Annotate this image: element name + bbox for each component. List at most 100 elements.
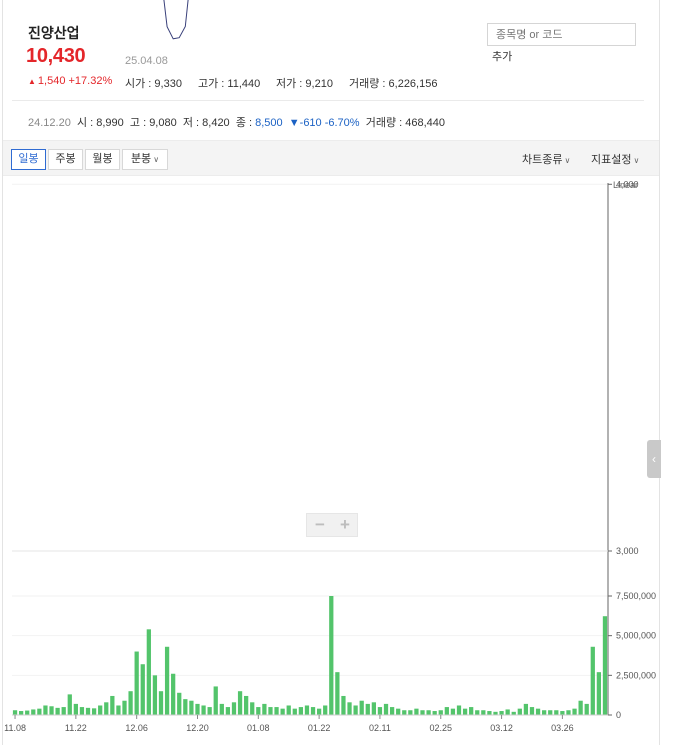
volume-bar bbox=[353, 705, 358, 715]
volume-bar bbox=[183, 699, 188, 715]
volume-bar bbox=[310, 707, 316, 715]
volume-bar bbox=[602, 616, 608, 715]
volume-bar bbox=[548, 710, 553, 715]
volume-bar bbox=[365, 703, 370, 715]
volume-bar bbox=[268, 707, 273, 715]
y-tick-label: 3,000 bbox=[616, 546, 639, 556]
x-tick-label: 11.22 bbox=[65, 723, 87, 733]
volume-bar bbox=[578, 700, 583, 715]
volume-bar bbox=[335, 672, 340, 715]
volume-bar bbox=[420, 710, 425, 715]
volume-bar bbox=[158, 691, 164, 715]
volume-bar bbox=[292, 708, 297, 715]
x-tick-label: 01.22 bbox=[308, 723, 331, 733]
volume-bar bbox=[475, 710, 480, 715]
volume-bar bbox=[262, 703, 267, 715]
volume-bar bbox=[517, 708, 522, 715]
volume-bar bbox=[219, 703, 224, 715]
volume-bar bbox=[177, 692, 182, 715]
zoom-out-button[interactable]: − bbox=[308, 514, 332, 536]
volume-bar bbox=[189, 700, 194, 715]
volume-tick-label: 7,500,000 bbox=[616, 591, 656, 601]
volume-bar bbox=[298, 707, 304, 715]
stock-chart[interactable]: Linear3,0004,0005,0006,0007,0008,0009,00… bbox=[0, 0, 674, 745]
volume-bar bbox=[104, 702, 109, 715]
volume-bar bbox=[444, 707, 449, 715]
volume-bar bbox=[590, 646, 595, 715]
volume-bar bbox=[359, 700, 364, 715]
volume-bar bbox=[529, 707, 535, 715]
volume-bar bbox=[323, 705, 328, 715]
volume-bar bbox=[560, 711, 565, 715]
volume-bar bbox=[195, 703, 200, 715]
volume-bar bbox=[414, 708, 419, 715]
volume-bar bbox=[225, 707, 231, 715]
volume-bar bbox=[274, 707, 279, 715]
volume-bar bbox=[231, 702, 237, 715]
volume-bar bbox=[377, 707, 383, 715]
volume-bar bbox=[450, 708, 456, 715]
volume-bar bbox=[584, 703, 589, 715]
x-tick-label: 02.25 bbox=[429, 723, 452, 733]
y-tick-label: 4,000 bbox=[616, 179, 639, 189]
volume-bar bbox=[499, 711, 504, 715]
volume-bar bbox=[432, 711, 437, 715]
volume-bar bbox=[73, 703, 78, 715]
volume-bar bbox=[462, 708, 468, 715]
volume-bar bbox=[396, 708, 401, 715]
volume-bar bbox=[164, 646, 170, 715]
volume-bar bbox=[31, 709, 36, 715]
volume-bar bbox=[37, 708, 42, 715]
volume-bar bbox=[408, 710, 413, 715]
volume-bar bbox=[98, 705, 103, 715]
volume-bar bbox=[487, 711, 492, 715]
volume-bar bbox=[505, 709, 510, 715]
volume-bar bbox=[140, 664, 145, 715]
volume-bar bbox=[304, 705, 310, 715]
volume-bar bbox=[572, 708, 577, 715]
volume-bar bbox=[389, 707, 395, 715]
volume-tick-label: 0 bbox=[616, 710, 621, 720]
volume-bar bbox=[256, 707, 261, 715]
x-tick-label: 01.08 bbox=[247, 723, 270, 733]
volume-bar bbox=[456, 705, 462, 715]
volume-bar bbox=[438, 710, 443, 715]
volume-bar bbox=[244, 695, 249, 715]
volume-bar bbox=[237, 691, 243, 715]
volume-bar bbox=[280, 708, 285, 715]
x-tick-label: 02.11 bbox=[369, 723, 391, 733]
volume-tick-label: 5,000,000 bbox=[616, 631, 656, 641]
volume-bar bbox=[110, 695, 115, 715]
volume-bar bbox=[426, 710, 431, 715]
volume-bar bbox=[67, 694, 72, 715]
x-tick-label: 12.06 bbox=[125, 723, 148, 733]
volume-bar bbox=[146, 629, 151, 715]
volume-bar bbox=[171, 673, 176, 715]
volume-bar bbox=[213, 686, 218, 715]
volume-bar bbox=[152, 675, 158, 715]
volume-bar bbox=[61, 707, 66, 715]
x-tick-label: 03.26 bbox=[551, 723, 574, 733]
volume-bar bbox=[49, 706, 54, 715]
volume-bar bbox=[329, 596, 334, 715]
volume-bar bbox=[25, 710, 30, 715]
volume-bar bbox=[12, 710, 18, 715]
volume-bar bbox=[316, 708, 322, 715]
indicator-lines bbox=[163, 0, 189, 40]
volume-bar bbox=[250, 702, 255, 715]
volume-bar bbox=[286, 705, 291, 715]
side-panel-toggle[interactable]: ‹ bbox=[647, 440, 661, 478]
bollinger-lower-line bbox=[163, 0, 189, 40]
volume-bar bbox=[341, 695, 346, 715]
volume-bar bbox=[43, 705, 48, 715]
chevron-left-icon: ‹ bbox=[652, 452, 656, 466]
volume-bar bbox=[402, 710, 407, 715]
volume-bar bbox=[554, 710, 559, 715]
volume-bar bbox=[116, 705, 121, 715]
volume-bar bbox=[122, 700, 127, 715]
zoom-in-button[interactable]: + bbox=[333, 514, 357, 536]
volume-bar bbox=[55, 707, 60, 715]
volume-bar bbox=[535, 708, 541, 715]
volume-bars bbox=[12, 596, 608, 715]
volume-bar bbox=[523, 703, 529, 715]
